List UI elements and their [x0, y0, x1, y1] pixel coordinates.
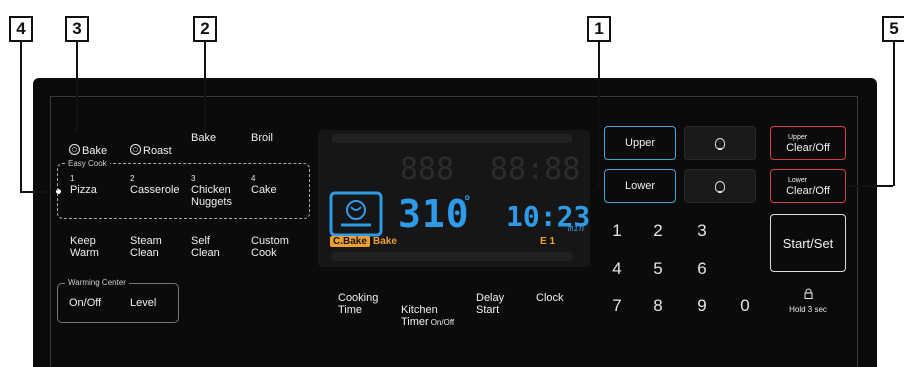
callout-2-leader: [204, 42, 206, 130]
keep-warm-button[interactable]: Keep Warm: [70, 235, 99, 259]
upper-oven-button[interactable]: Upper: [604, 126, 676, 160]
error-code: E 1: [540, 236, 556, 247]
lcd-ghost-digits: 888: [400, 152, 455, 187]
lcd-ghost-top-row: [332, 134, 572, 143]
callout-1-leader: [598, 42, 600, 186]
lcd-display: 888 88:88 310 ° 10:23 min C.Bake Bake E …: [318, 130, 590, 267]
clock-button[interactable]: Clock: [536, 292, 564, 304]
convection-bake-label: Bake: [82, 145, 108, 157]
self-clean-button[interactable]: Self Clean: [191, 235, 220, 259]
lower-light-button[interactable]: [684, 169, 756, 203]
mode-text: Bake: [373, 236, 397, 247]
control-lock-button[interactable]: Hold 3 sec: [782, 288, 834, 317]
lower-clear-off-button[interactable]: Lower Clear/Off: [770, 169, 846, 203]
time-unit: min: [568, 224, 585, 234]
easy-cook-title: Easy Cook: [65, 159, 110, 168]
lower-clear-main: Clear/Off: [786, 185, 830, 197]
key-0[interactable]: 0: [735, 296, 755, 316]
convection-roast-label: Roast: [143, 145, 172, 157]
convection-bake-button[interactable]: Bake: [69, 132, 107, 157]
upper-light-button[interactable]: [684, 126, 756, 160]
easy-cook-2-number: 2: [130, 174, 135, 183]
convection-roast-button[interactable]: Roast: [130, 132, 172, 157]
callout-4-leader: [20, 42, 22, 192]
light-bulb-icon: [715, 137, 725, 150]
fan-icon: [69, 144, 80, 155]
lower-oven-button[interactable]: Lower: [604, 169, 676, 203]
key-1[interactable]: 1: [607, 221, 627, 241]
key-3[interactable]: 3: [692, 221, 712, 241]
kitchen-timer-suffix: On/Off: [430, 318, 455, 327]
fan-icon: [130, 144, 141, 155]
mode-badge: C.Bake: [330, 236, 370, 247]
degree-symbol: °: [463, 194, 472, 210]
callout-5-leader: [893, 42, 895, 186]
broil-button[interactable]: Broil: [251, 132, 273, 144]
key-7[interactable]: 7: [607, 296, 627, 316]
key-5[interactable]: 5: [648, 259, 668, 279]
custom-cook-button[interactable]: Custom Cook: [251, 235, 289, 259]
lcd-ghost-bottom-row: [332, 252, 572, 261]
lock-icon: [804, 288, 812, 299]
steam-clean-button[interactable]: Steam Clean: [130, 235, 162, 259]
key-8[interactable]: 8: [648, 296, 668, 316]
upper-clear-off-button[interactable]: Upper Clear/Off: [770, 126, 846, 160]
warming-level-button[interactable]: Level: [130, 297, 156, 309]
delay-start-button[interactable]: Delay Start: [476, 292, 504, 316]
start-set-button[interactable]: Start/Set: [770, 214, 846, 272]
callout-5-leader-h: [843, 185, 893, 187]
key-4[interactable]: 4: [607, 259, 627, 279]
callout-1: 1: [587, 16, 611, 42]
key-9[interactable]: 9: [692, 296, 712, 316]
easy-cook-3-number: 3: [191, 174, 196, 183]
oven-icon: [329, 191, 383, 237]
callout-4-leader-h: [20, 191, 58, 193]
easy-cook-1-number: 1: [70, 174, 75, 183]
lock-label: Hold 3 sec: [789, 305, 827, 314]
callout-4: 4: [9, 16, 33, 42]
key-6[interactable]: 6: [692, 259, 712, 279]
warming-on-off-button[interactable]: On/Off: [69, 297, 101, 309]
easy-cook-chicken-nuggets-button[interactable]: Chicken Nuggets: [191, 184, 232, 208]
warming-center-title: Warming Center: [65, 278, 129, 287]
upper-clear-main: Clear/Off: [786, 142, 830, 154]
lcd-ghost-time: 88:88: [490, 152, 581, 187]
bake-button[interactable]: Bake: [191, 132, 216, 144]
temperature-readout: 310: [398, 192, 470, 236]
easy-cook-4-number: 4: [251, 174, 256, 183]
callout-3: 3: [65, 16, 89, 42]
kitchen-timer-button[interactable]: Kitchen Timer On/Off: [401, 292, 454, 329]
easy-cook-casserole-button[interactable]: Casserole: [130, 184, 180, 196]
cooking-time-button[interactable]: Cooking Time: [338, 292, 378, 316]
easy-cook-cake-button[interactable]: Cake: [251, 184, 277, 196]
key-2[interactable]: 2: [648, 221, 668, 241]
callout-3-leader: [76, 42, 78, 130]
easy-cook-pizza-button[interactable]: Pizza: [70, 184, 97, 196]
callout-5: 5: [882, 16, 904, 42]
light-bulb-icon: [715, 180, 725, 193]
callout-2: 2: [193, 16, 217, 42]
